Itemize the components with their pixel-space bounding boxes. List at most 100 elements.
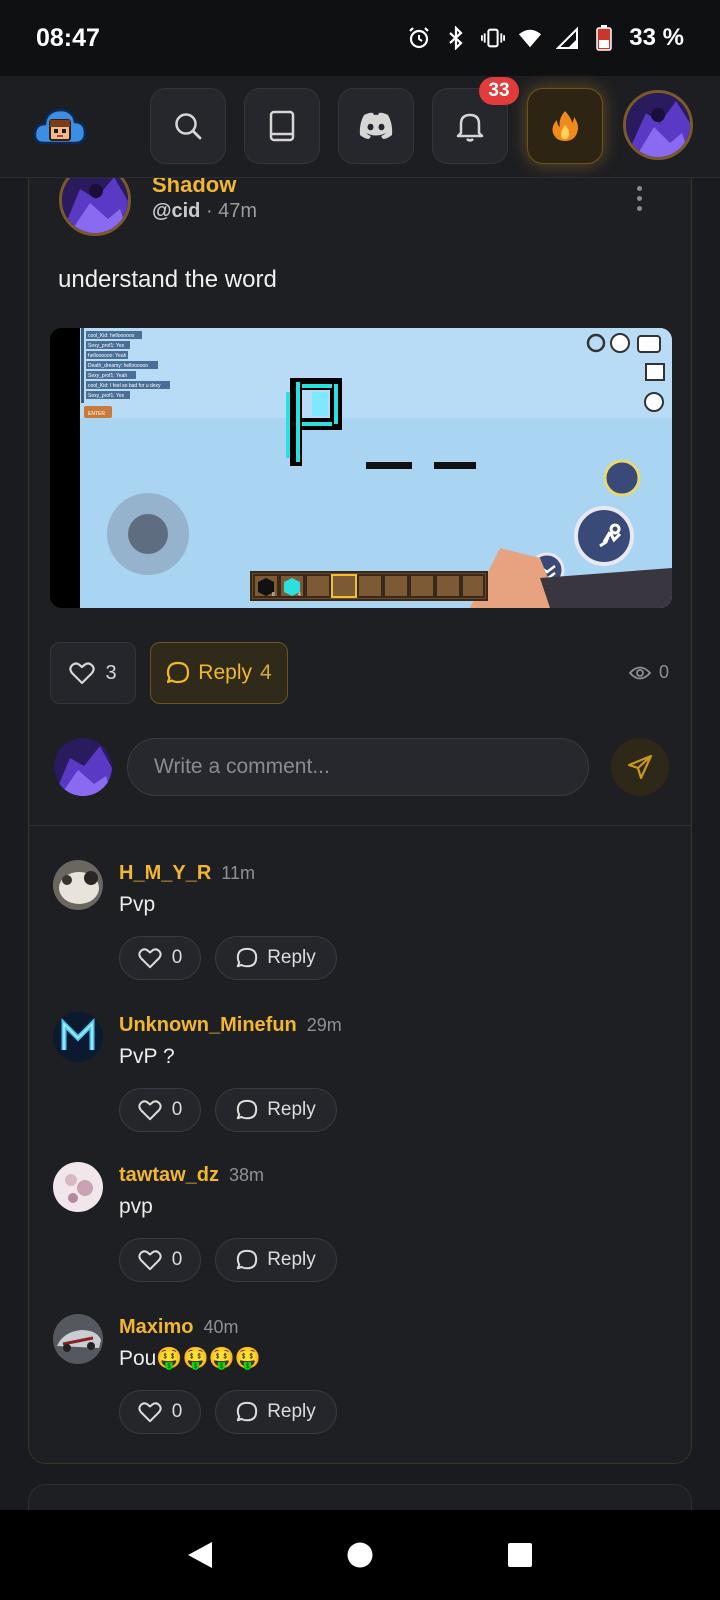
- reply-time: 40m: [203, 1317, 239, 1337]
- chat-line: Sexy_prof1: Yes: [88, 393, 125, 399]
- heart-icon: [138, 1402, 162, 1423]
- comment-icon: [237, 1401, 258, 1422]
- reply-like-count: 0: [171, 1249, 183, 1270]
- reply-reply-label: Reply: [267, 1099, 316, 1120]
- bell-icon: [456, 113, 484, 142]
- reply-reply-button[interactable]: Reply: [215, 1390, 337, 1434]
- reply-like-button[interactable]: 0: [119, 1390, 201, 1434]
- notifications-button[interactable]: 33: [432, 77, 519, 164]
- reply-author-avatar[interactable]: [53, 860, 103, 910]
- reply-author-avatar[interactable]: [53, 1314, 103, 1364]
- top-app-bar: 33: [0, 76, 720, 178]
- battery-percent: 33 %: [629, 24, 684, 51]
- post-reply-label: Reply: [198, 661, 252, 684]
- streak-button[interactable]: [527, 88, 603, 164]
- post-view-count: 0: [658, 662, 669, 682]
- reply-time: 38m: [229, 1165, 265, 1185]
- chat-line: cool_Kid: I feel so bad for u dexy: [88, 383, 161, 389]
- reply-author-name[interactable]: tawtaw_dz: [119, 1164, 219, 1187]
- reply-like-button[interactable]: 0: [119, 936, 201, 980]
- nav-back-button[interactable]: [178, 1533, 222, 1577]
- reply-author-name[interactable]: Unknown_Minefun: [119, 1014, 297, 1037]
- reply-time: 11m: [221, 863, 255, 883]
- recents-icon: [508, 1543, 532, 1567]
- library-button[interactable]: [244, 88, 320, 164]
- reply-item: tawtaw_dz 38m pvp 0 Reply: [53, 1162, 673, 1302]
- search-icon: [175, 113, 202, 140]
- signal-icon: [555, 26, 579, 50]
- post-author-handle[interactable]: @cid: [152, 200, 200, 222]
- status-bar: 08:47 33 %: [0, 0, 720, 76]
- post-author-avatar[interactable]: [59, 178, 131, 236]
- nav-recents-button[interactable]: [498, 1533, 542, 1577]
- reply-reply-button[interactable]: Reply: [215, 936, 337, 980]
- bluetooth-icon: [444, 26, 468, 50]
- post-views: 0: [628, 662, 669, 683]
- comment-composer: [29, 726, 691, 826]
- more-options-icon[interactable]: [635, 186, 643, 211]
- chat-line: helloooooo: Yeah: [88, 353, 127, 359]
- post-like-count: 3: [105, 661, 117, 684]
- reply-like-count: 0: [171, 1099, 183, 1120]
- reply-reply-label: Reply: [267, 1401, 316, 1422]
- alarm-icon: [407, 26, 431, 50]
- discord-icon: [359, 112, 393, 139]
- post-image[interactable]: cool_Kid: helloooooo Sexy_prof1: Yes hel…: [50, 328, 672, 608]
- post-text: understand the word: [58, 266, 277, 293]
- chat-line: cool_Kid: helloooooo: [88, 333, 135, 339]
- post-author-name[interactable]: Shadow: [152, 178, 236, 198]
- reply-header: tawtaw_dz 38m: [119, 1164, 264, 1187]
- nav-home-button[interactable]: [338, 1533, 382, 1577]
- reply-text: Pvp: [119, 893, 156, 916]
- hotbar-count: 4: [298, 592, 301, 598]
- status-time: 08:47: [36, 23, 100, 52]
- reply-like-count: 0: [171, 1401, 183, 1422]
- discord-button[interactable]: [338, 88, 414, 164]
- post-reply-button[interactable]: Reply 4: [150, 642, 288, 704]
- reply-reply-label: Reply: [267, 947, 316, 968]
- reply-text: pvp: [119, 1195, 153, 1218]
- reply-reply-button[interactable]: Reply: [215, 1088, 337, 1132]
- send-comment-button[interactable]: [611, 738, 669, 796]
- home-icon: [347, 1542, 373, 1568]
- heart-icon: [138, 1100, 162, 1121]
- reply-author-name[interactable]: Maximo: [119, 1316, 193, 1339]
- send-icon: [627, 754, 653, 780]
- reply-header: Unknown_Minefun 29m: [119, 1014, 342, 1037]
- eye-icon: [628, 666, 651, 679]
- system-nav-bar: [0, 1510, 720, 1600]
- heart-icon: [69, 662, 96, 685]
- fire-icon: [552, 111, 578, 141]
- reply-header: H_M_Y_R 11m: [119, 862, 255, 885]
- reply-like-button[interactable]: 0: [119, 1088, 201, 1132]
- post-time: · 47m: [205, 200, 258, 222]
- profile-avatar[interactable]: [623, 90, 693, 160]
- reply-author-avatar[interactable]: [53, 1162, 103, 1212]
- back-icon: [188, 1542, 212, 1568]
- reply-author-name[interactable]: H_M_Y_R: [119, 862, 211, 885]
- reply-like-count: 0: [171, 947, 183, 968]
- post-like-button[interactable]: 3: [50, 642, 136, 704]
- reply-time: 29m: [306, 1015, 342, 1035]
- hotbar-count: 8: [272, 592, 275, 598]
- app-logo[interactable]: [32, 103, 88, 149]
- reply-author-avatar[interactable]: [53, 1012, 103, 1062]
- reply-item: H_M_Y_R 11m Pvp 0 Reply: [53, 860, 673, 1000]
- reply-reply-button[interactable]: Reply: [215, 1238, 337, 1282]
- heart-icon: [138, 948, 162, 969]
- comment-icon: [167, 661, 190, 684]
- chat-line: Sexy_prof1: Yeah: [88, 373, 127, 379]
- battery-icon: [592, 25, 616, 51]
- vibrate-icon: [481, 26, 506, 50]
- post-card: Shadow @cid · 47m understand the word co…: [28, 178, 692, 1464]
- chat-line: Sexy_prof1: Yes: [88, 343, 125, 349]
- reply-like-button[interactable]: 0: [119, 1238, 201, 1282]
- reply-item: Unknown_Minefun 29m PvP ? 0 Reply: [53, 1012, 673, 1152]
- wifi-icon: [518, 26, 542, 50]
- reply-text: PvP ?: [119, 1045, 175, 1068]
- chat-enter-button: ENTER: [88, 411, 105, 417]
- comment-icon: [237, 1099, 258, 1120]
- comment-input[interactable]: [127, 738, 589, 796]
- search-button[interactable]: [150, 88, 226, 164]
- post-meta: @cid · 47m: [152, 200, 257, 223]
